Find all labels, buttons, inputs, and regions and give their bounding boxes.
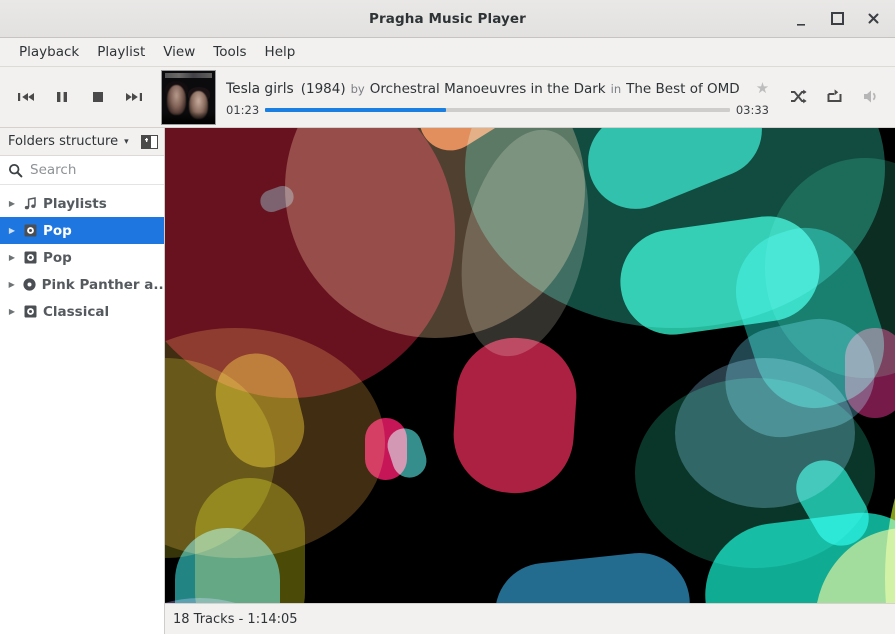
main-content: 18 Tracks - 1:14:05: [165, 128, 895, 634]
sidebar-item-label: Playlists: [43, 195, 107, 212]
sidebar-item-classical[interactable]: ▶ Classical: [0, 298, 164, 325]
sidebar-item-label: Pop: [43, 222, 72, 239]
transport-controls: [8, 80, 152, 114]
menu-view[interactable]: View: [154, 41, 204, 63]
playback-mode-controls: [783, 81, 885, 113]
title-bar: Pragha Music Player: [0, 0, 895, 38]
chevron-down-icon[interactable]: ▾: [124, 137, 129, 147]
media-square-icon: [20, 223, 40, 238]
volume-button[interactable]: [855, 81, 885, 111]
sidebar-item-playlists[interactable]: ▶ Playlists: [0, 190, 164, 217]
search-icon: [8, 163, 23, 178]
expander-arrow-icon[interactable]: ▶: [4, 226, 20, 235]
sidebar-header: Folders structure ▾: [0, 128, 164, 156]
total-time: 03:33: [735, 103, 769, 117]
library-tree: ▶ Playlists ▶ Pop ▶ Pop ▶ Pink Panther a... ▶ Cla…: [0, 185, 164, 634]
track-artist: Orchestral Manoeuvres in the Dark: [369, 81, 606, 97]
favorite-star-icon[interactable]: ★: [756, 79, 769, 97]
menu-help[interactable]: Help: [256, 41, 305, 63]
player-toolbar: Tesla girls (1984) by Orchestral Manoeuv…: [0, 67, 895, 128]
disc-icon: [19, 277, 38, 292]
repeat-button[interactable]: [819, 81, 849, 111]
album-art-banner: [165, 72, 212, 78]
library-sidebar: Folders structure ▾ Search ▶ Playlists ▶…: [0, 128, 165, 634]
window-title: Pragha Music Player: [369, 10, 526, 27]
stop-button[interactable]: [80, 80, 116, 114]
search-input[interactable]: [30, 162, 140, 178]
status-bar: 18 Tracks - 1:14:05: [165, 603, 895, 634]
shuffle-icon: [790, 89, 807, 103]
album-art-figure-one: [167, 84, 186, 115]
music-visualizer[interactable]: [165, 128, 895, 603]
seek-progress: [265, 108, 447, 112]
in-label: in: [610, 82, 622, 96]
sidebar-item-pop[interactable]: ▶ Pop: [0, 244, 164, 271]
collapse-sidebar-icon: [141, 134, 158, 149]
visualizer-blob: [490, 548, 695, 603]
next-icon: [126, 93, 142, 101]
sidebar-item-pink-panther-a[interactable]: ▶ Pink Panther a...: [0, 271, 164, 298]
expander-arrow-icon[interactable]: ▶: [4, 253, 20, 262]
pause-icon: [57, 92, 67, 102]
sidebar-item-pop[interactable]: ▶ Pop: [0, 217, 164, 244]
maximize-button[interactable]: [829, 11, 845, 27]
menu-tools[interactable]: Tools: [204, 41, 255, 63]
menu-playlist[interactable]: Playlist: [88, 41, 154, 63]
track-title: Tesla girls: [226, 81, 294, 97]
previous-button[interactable]: [8, 80, 44, 114]
expander-arrow-icon[interactable]: ▶: [4, 280, 19, 289]
seek-row: 01:23 03:33: [226, 103, 769, 117]
visualizer-blob: [885, 428, 895, 603]
sidebar-view-label[interactable]: Folders structure: [8, 134, 118, 149]
maximize-icon: [830, 12, 844, 25]
sidebar-item-label: Classical: [43, 303, 110, 320]
minimize-button[interactable]: [793, 6, 809, 31]
track-album: The Best of OMD: [626, 81, 740, 97]
track-year: (1984): [300, 81, 346, 97]
next-button[interactable]: [116, 80, 152, 114]
sidebar-item-label: Pink Panther a...: [41, 276, 164, 293]
volume-icon: [863, 90, 876, 102]
close-button[interactable]: [865, 11, 881, 27]
now-playing-info: Tesla girls (1984) by Orchestral Manoeuv…: [226, 77, 769, 117]
by-label: by: [350, 82, 365, 96]
album-art[interactable]: [161, 69, 216, 125]
pause-button[interactable]: [44, 80, 80, 114]
status-text: 18 Tracks - 1:14:05: [173, 611, 298, 627]
media-square-icon: [20, 304, 40, 319]
track-description: Tesla girls (1984) by Orchestral Manoeuv…: [226, 79, 769, 97]
album-art-shadow: [162, 111, 215, 124]
music-note-icon: [20, 196, 40, 211]
media-square-icon: [20, 250, 40, 265]
sidebar-item-label: Pop: [43, 249, 72, 266]
pragha-music-player-window: Pragha Music Player Playback Playlist Vi…: [0, 0, 895, 634]
close-icon: [868, 13, 878, 24]
search-row: [0, 156, 164, 185]
main-body: Folders structure ▾ Search ▶ Playlists ▶…: [0, 128, 895, 634]
previous-icon: [18, 93, 34, 101]
repeat-icon: [827, 88, 841, 102]
shuffle-button[interactable]: [783, 81, 813, 111]
stop-icon: [93, 92, 103, 102]
expander-arrow-icon[interactable]: ▶: [4, 199, 20, 208]
expander-arrow-icon[interactable]: ▶: [4, 307, 20, 316]
collapse-sidebar-button[interactable]: [140, 133, 159, 150]
menu-bar: Playback Playlist View Tools Help: [0, 38, 895, 67]
visualizer-blob: [449, 334, 581, 497]
elapsed-time: 01:23: [226, 103, 260, 117]
seek-slider[interactable]: [265, 108, 730, 112]
visualizer-blob: [306, 596, 464, 603]
menu-playback[interactable]: Playback: [10, 41, 88, 63]
window-controls: [793, 6, 895, 31]
